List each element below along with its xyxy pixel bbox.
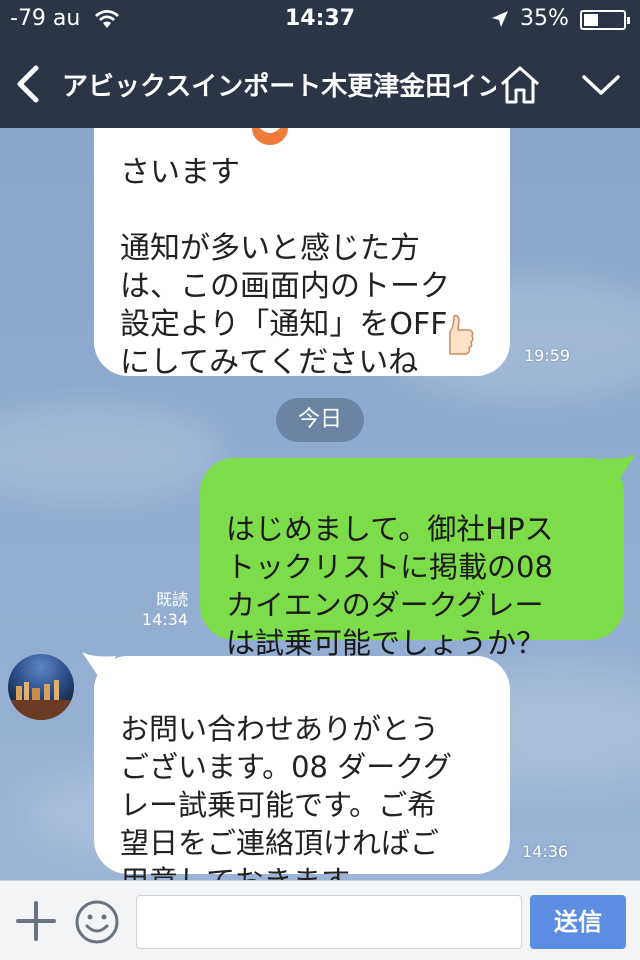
message-text: さいます 通知が多いと感じた方 は、この画面内のトーク 設定より「通知」をOFF… xyxy=(120,155,450,380)
home-icon[interactable] xyxy=(498,62,542,106)
thumbs-up-emoji-icon xyxy=(449,314,474,355)
send-button[interactable]: 送信 xyxy=(530,895,626,949)
city-skyline-icon xyxy=(8,680,74,720)
smiling-face-emoji-icon xyxy=(252,128,288,145)
message-time: 19:59 xyxy=(524,346,571,365)
plus-icon[interactable] xyxy=(14,899,58,943)
message-time: 14:34 xyxy=(141,610,188,629)
message-time: 14:36 xyxy=(522,842,569,861)
bubble-tail xyxy=(602,454,636,484)
message-bubble-outgoing[interactable]: はじめまして。御社HPス トックリストに掲載の08 カイエンのダークグレー は試… xyxy=(200,458,624,660)
chat-header: アビックスインポート木更津金田インター xyxy=(0,40,640,128)
read-label: 既読 xyxy=(155,590,188,609)
read-receipt: 既読 14:34 xyxy=(130,590,188,630)
message-input[interactable] xyxy=(136,895,522,949)
back-arrow-icon[interactable] xyxy=(10,62,50,106)
chevron-down-icon[interactable] xyxy=(580,68,622,102)
bubble-tail xyxy=(82,652,116,682)
message-text: はじめまして。御社HPス トックリストに掲載の08 カイエンのダークグレー は試… xyxy=(226,512,554,660)
status-bar: -79 au 14:37 35% xyxy=(0,0,640,40)
battery-icon xyxy=(580,10,630,30)
message-bubble-incoming[interactable]: お問い合わせありがとう ございます。08 ダークグ レー試乗可能です。ご希 望日… xyxy=(94,656,510,880)
avatar[interactable] xyxy=(8,654,74,720)
chat-title: アビックスインポート木更津金田インター xyxy=(62,72,496,102)
chat-area[interactable]: さいます 通知が多いと感じた方 は、この画面内のトーク 設定より「通知」をOFF… xyxy=(0,128,640,880)
battery-percent: 35% xyxy=(520,6,569,31)
message-input-bar: 送信 xyxy=(0,880,640,960)
message-text: お問い合わせありがとう ございます。08 ダークグ レー試乗可能です。ご希 望日… xyxy=(120,712,453,880)
emoji-smile-icon[interactable] xyxy=(74,899,120,945)
date-separator: 今日 xyxy=(276,398,364,442)
location-arrow-icon xyxy=(492,11,508,27)
